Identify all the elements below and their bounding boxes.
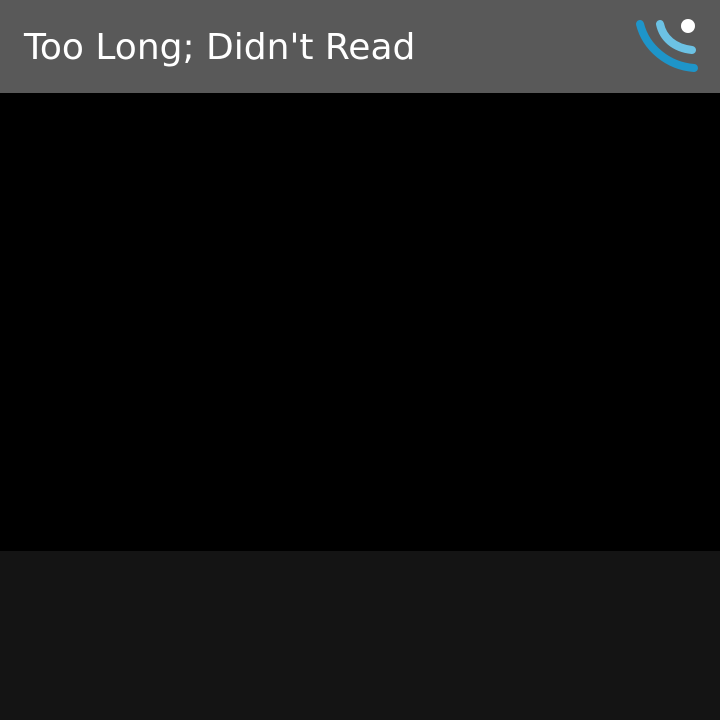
- page-title: Too Long; Didn't Read: [24, 27, 416, 68]
- title-bar: Too Long; Didn't Read: [0, 0, 720, 93]
- content-area: [0, 93, 720, 551]
- app-logo-icon: [636, 19, 698, 72]
- app-window: Too Long; Didn't Read: [0, 0, 720, 720]
- bottom-panel: [0, 551, 720, 720]
